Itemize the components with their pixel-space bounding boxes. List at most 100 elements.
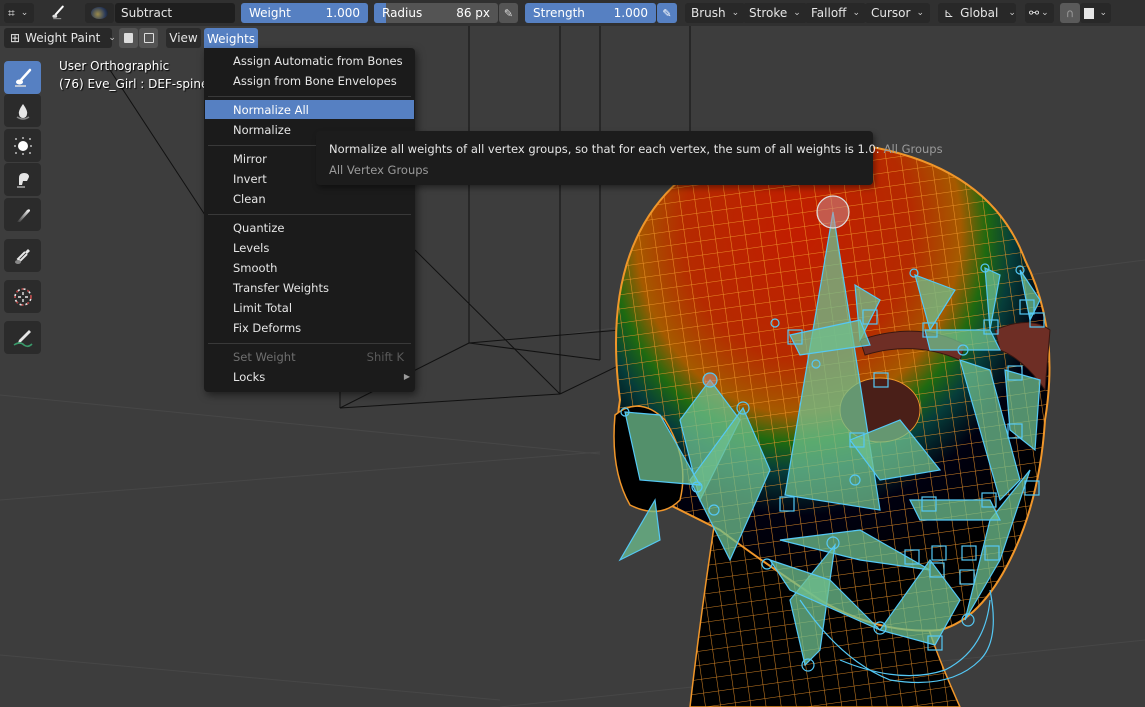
radius-label: Radius xyxy=(382,6,423,20)
magnet-icon: ∩ xyxy=(1065,6,1075,20)
radius-value: 86 px xyxy=(456,6,490,20)
axes-editor-icon: ⌗ xyxy=(8,5,15,20)
tool-draw[interactable] xyxy=(4,61,41,94)
chevron-down-icon: ⌄ xyxy=(20,8,29,18)
tooltip: Normalize all weights of all vertex grou… xyxy=(316,131,943,185)
weight-value: 1.000 xyxy=(325,6,360,20)
cursor-dropdown-label: Cursor xyxy=(871,6,911,20)
menu-separator xyxy=(208,96,411,97)
brush-icon xyxy=(14,68,31,87)
mode-label: Weight Paint xyxy=(25,31,101,45)
menu-weights-label: Weights xyxy=(206,32,256,46)
tool-annotate[interactable] xyxy=(4,321,41,354)
active-tool-button[interactable] xyxy=(44,3,72,23)
average-icon xyxy=(13,136,32,155)
tool-cursor[interactable] xyxy=(4,280,41,313)
menu-item-levels[interactable]: Levels xyxy=(205,238,414,257)
menu-item-limit-total[interactable]: Limit Total xyxy=(205,298,414,317)
mask-vertex-toggle[interactable] xyxy=(139,28,158,48)
tool-sample-weight[interactable] xyxy=(4,239,41,272)
menu-separator xyxy=(208,343,411,344)
pivot-dropdown[interactable]: ⚯ ⌄ xyxy=(1025,3,1054,23)
color-options[interactable]: ⌄ xyxy=(1080,3,1111,23)
chevron-down-icon: ⌄ xyxy=(731,8,740,18)
strength-label: Strength xyxy=(533,6,585,20)
menu-item-assign-automatic[interactable]: Assign Automatic from Bones xyxy=(205,51,414,70)
menu-item-label: Clean xyxy=(233,191,266,206)
snap-toggle[interactable]: ∩ xyxy=(1060,3,1080,23)
menu-view[interactable]: View xyxy=(166,28,201,48)
eyedropper-icon xyxy=(14,248,30,264)
radius-pressure-toggle[interactable]: ✎ xyxy=(499,3,518,23)
menu-item-transfer-weights[interactable]: Transfer Weights xyxy=(205,278,414,297)
menu-item-label: Locks xyxy=(233,369,266,384)
menu-view-label: View xyxy=(169,31,198,45)
brush-dropdown[interactable]: Brush ⌄ xyxy=(685,3,746,23)
strength-field[interactable]: Strength 1.000 xyxy=(525,3,656,23)
white-swatch-icon xyxy=(1084,7,1095,19)
weight-field[interactable]: Weight 1.000 xyxy=(241,3,368,23)
weight-paint-mode-icon: ⊞ xyxy=(10,31,21,45)
menu-item-label: Normalize xyxy=(233,122,291,137)
3d-viewport[interactable] xyxy=(0,0,1145,707)
submenu-arrow-icon: ▶ xyxy=(403,372,410,381)
menu-item-label: Invert xyxy=(233,171,267,186)
strength-value: 1.000 xyxy=(613,6,648,20)
menu-item-clean[interactable]: Clean xyxy=(205,189,414,208)
menu-item-label: Smooth xyxy=(233,260,278,275)
tooltip-description: Normalize all weights of all vertex grou… xyxy=(329,142,880,156)
menu-item-label: Mirror xyxy=(233,151,267,166)
brush-name-field[interactable]: Subtract xyxy=(115,3,235,23)
cursor-dropdown[interactable]: Cursor ⌄ xyxy=(865,3,930,23)
menu-item-label: Quantize xyxy=(233,220,285,235)
menu-item-label: Fix Deforms xyxy=(233,320,302,335)
falloff-dropdown-label: Falloff xyxy=(811,6,847,20)
falloff-dropdown[interactable]: Falloff ⌄ xyxy=(805,3,866,23)
chevron-down-icon: ⌄ xyxy=(1099,8,1107,18)
menu-item-normalize-all[interactable]: Normalize All xyxy=(205,100,414,119)
menu-item-quantize[interactable]: Quantize xyxy=(205,218,414,237)
menu-item-assign-envelopes[interactable]: Assign from Bone Envelopes xyxy=(205,71,414,90)
tool-average[interactable] xyxy=(4,129,41,162)
viewport-scene[interactable] xyxy=(0,0,1145,707)
menu-weights[interactable]: Weights xyxy=(204,28,258,50)
transform-orientation-dropdown[interactable]: ⊾ Global ⌄ xyxy=(938,3,1016,23)
brush-preview[interactable] xyxy=(85,3,114,23)
menu-item-label: Levels xyxy=(233,240,270,255)
menu-item-label: Set Weight xyxy=(233,349,296,364)
editor-type-selector[interactable]: ⌗ ⌄ xyxy=(4,3,34,23)
menu-item-label: Transfer Weights xyxy=(233,280,329,295)
strength-pressure-toggle[interactable]: ✎ xyxy=(657,3,677,23)
chevron-down-icon: ⌄ xyxy=(1008,8,1016,18)
tool-smear[interactable] xyxy=(4,163,41,196)
shortcut-label: Shift K xyxy=(366,349,404,364)
menu-item-fix-deforms[interactable]: Fix Deforms xyxy=(205,318,414,337)
menu-item-smooth[interactable]: Smooth xyxy=(205,258,414,277)
menu-item-label: Assign Automatic from Bones xyxy=(233,53,403,68)
mode-selector[interactable]: ⊞ Weight Paint ⌄ xyxy=(4,28,116,48)
vertex-mask-icon xyxy=(143,33,154,43)
tooltip-description-line: Normalize all weights of all vertex grou… xyxy=(329,142,943,156)
radius-field[interactable]: Radius 86 px xyxy=(374,3,498,23)
stroke-dropdown-label: Stroke xyxy=(749,6,788,20)
menu-item-set-weight: Set Weight Shift K xyxy=(205,347,414,366)
brush-name: Subtract xyxy=(121,6,173,20)
stroke-dropdown[interactable]: Stroke ⌄ xyxy=(743,3,807,23)
chevron-down-icon: ⌄ xyxy=(793,8,801,18)
tooltip-enum-description: All Vertex Groups xyxy=(329,163,429,177)
link-icon: ⚯ xyxy=(1029,6,1040,20)
chevron-down-icon: ⌄ xyxy=(1041,8,1049,18)
menu-item-label: Normalize All xyxy=(233,102,309,117)
tool-gradient[interactable] xyxy=(4,198,41,231)
mask-face-toggle[interactable] xyxy=(119,28,138,48)
menu-item-label: Limit Total xyxy=(233,300,293,315)
chevron-down-icon: ⌄ xyxy=(108,33,116,43)
menu-item-locks[interactable]: Locks ▶ xyxy=(205,367,414,386)
gradient-icon xyxy=(16,208,30,222)
face-mask-icon xyxy=(124,33,133,43)
brush-dropdown-label: Brush xyxy=(691,6,726,20)
menu-item-label: Assign from Bone Envelopes xyxy=(233,73,397,88)
view-name: User Orthographic xyxy=(59,59,170,73)
tool-blur[interactable] xyxy=(4,94,41,127)
drop-icon xyxy=(16,103,29,120)
